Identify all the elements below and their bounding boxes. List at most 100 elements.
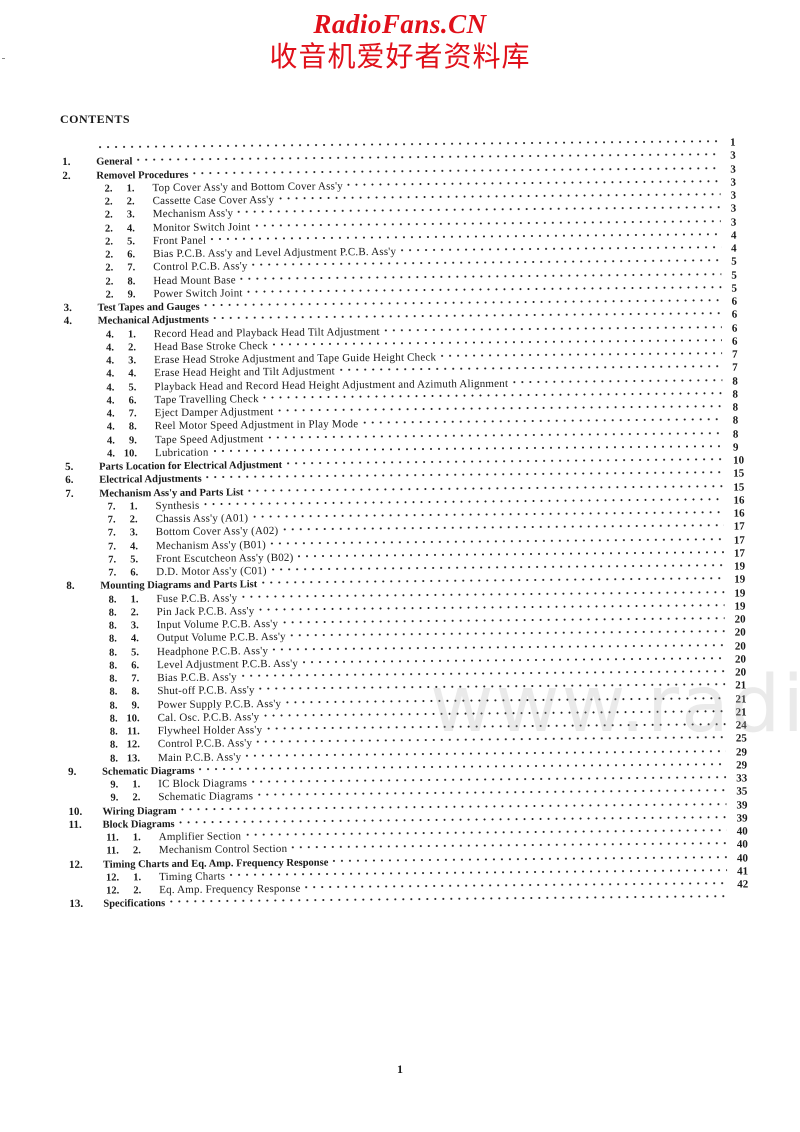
toc-page: 40 — [736, 825, 748, 838]
toc-subsection-number: 2. 1. — [96, 182, 152, 196]
toc-subsection-number: 2. 8. — [97, 275, 153, 289]
toc-section-title: Wiring Diagram — [102, 805, 177, 818]
toc-subsection-number: 2. 4. — [97, 222, 153, 236]
toc-subsection-major: 4. — [106, 435, 115, 447]
toc-subsection-number: 11. 1. — [103, 831, 159, 845]
toc-page: 41 — [737, 865, 749, 878]
toc-subsection-title: Amplifier Section — [158, 830, 242, 844]
table-of-contents: 1 1. General 3 2. Removel Procedures 3 2. 1. Top… — [62, 132, 759, 910]
toc-subsection-major: 8. — [108, 593, 117, 606]
toc-subsection-minor: 7. — [127, 262, 136, 274]
toc-page: 5 — [731, 282, 738, 295]
toc-subsection-title: Control P.C.B. Ass'y — [153, 260, 248, 274]
toc-page: 7 — [732, 361, 738, 374]
toc-subsection-title: Front Panel — [152, 234, 207, 247]
toc-subsection-title: Pin Jack P.C.B. Ass'y — [156, 604, 255, 618]
toc-section-number: 10. — [68, 805, 83, 818]
toc-subsection-major: 7. — [107, 527, 116, 539]
toc-page: 8 — [732, 401, 739, 414]
toc-section-number: 13. — [69, 898, 84, 911]
toc-subsection-minor: 3. — [129, 527, 138, 539]
toc-subsection-minor: 6. — [131, 660, 140, 672]
toc-page: 39 — [736, 798, 748, 812]
toc-subsection-title: Input Volume P.C.B. Ass'y — [156, 617, 279, 632]
toc-page: 6 — [731, 308, 738, 321]
toc-page: 8 — [732, 388, 739, 401]
toc-page: 15 — [733, 480, 745, 494]
toc-subsection-title: Headphone P.C.B. Ass'y — [156, 644, 269, 658]
toc-subsection-title: Mechanism Ass'y (B01) — [155, 538, 267, 552]
toc-subsection-minor: 5. — [130, 554, 139, 566]
toc-subsection-minor: 12. — [126, 739, 140, 751]
toc-page: 16 — [733, 507, 745, 520]
toc-subsection-title: Shut-off P.C.B. Ass'y — [157, 684, 255, 698]
toc-section-title: Mechanical Adjustments — [97, 314, 209, 327]
toc-subsection-major: 2. — [105, 289, 114, 301]
toc-subsection-major: 2. — [104, 223, 113, 235]
page-number: 1 — [397, 1062, 403, 1076]
toc-subsection-major: 11. — [106, 845, 119, 857]
toc-subsection-minor: 3. — [130, 620, 139, 632]
contents-heading: CONTENTS — [60, 112, 131, 126]
toc-subsection-number: 4. 9. — [99, 434, 155, 448]
toc-subsection-number: 8. 13. — [102, 752, 158, 766]
toc-subsection-minor: 4. — [129, 540, 138, 552]
toc-subsection-major: 2. — [105, 249, 114, 261]
toc-subsection-major: 4. — [106, 355, 115, 367]
toc-subsection-number: 2. 6. — [97, 248, 153, 262]
toc-section-number: 12. — [68, 858, 83, 871]
toc-subsection-title: Mechanism Control Section — [158, 843, 288, 857]
toc-subsection-number: 7. 3. — [100, 526, 156, 540]
toc-page: 24 — [735, 719, 747, 732]
toc-subsection-title: Tape Travelling Check — [154, 392, 259, 406]
toc-page: 17 — [733, 520, 745, 533]
toc-subsection-minor: 13. — [126, 752, 141, 764]
toc-subsection-number: 8. 3. — [101, 619, 157, 633]
toc-page: 40 — [736, 838, 748, 851]
toc-subsection-number: 2. 5. — [97, 235, 153, 249]
toc-subsection-minor: 1. — [132, 779, 141, 791]
toc-subsection-major: 9. — [110, 779, 119, 791]
toc-subsection-number: 4. 7. — [99, 407, 155, 421]
toc-page: 5 — [731, 269, 737, 282]
toc-subsection-major: 4. — [106, 368, 115, 380]
toc-subsection-major: 8. — [109, 646, 117, 659]
toc-subsection-major: 12. — [106, 885, 120, 897]
toc-subsection-title: Head Base Stroke Check — [153, 339, 269, 353]
toc-subsection-minor: 7. — [131, 673, 140, 685]
toc-subsection-number: 9. 2. — [102, 791, 158, 805]
toc-subsection-number: 12. 1. — [103, 871, 159, 885]
toc-subsection-number: 4. 2. — [98, 341, 154, 355]
toc-section-title: Specifications — [103, 898, 166, 910]
toc-subsection-number: 8. 4. — [101, 632, 157, 646]
toc-section-number: 11. — [68, 818, 82, 831]
toc-subsection-minor: 6. — [128, 395, 137, 407]
toc-page: 35 — [736, 785, 748, 798]
toc-page: 33 — [736, 772, 748, 785]
toc-subsection-major: 8. — [108, 620, 117, 632]
toc-subsection-major: 8. — [109, 673, 118, 685]
toc-subsection-major: 8. — [109, 713, 118, 725]
toc-subsection-minor: 1. — [127, 328, 136, 340]
toc-subsection-number: 8. 8. — [101, 685, 157, 699]
toc-section-number: 9. — [68, 765, 77, 778]
toc-page: 10 — [733, 454, 745, 467]
toc-subsection-major: 2. — [104, 209, 113, 221]
toc-subsection-number: 8. 1. — [100, 593, 156, 607]
toc-subsection-title: Flywheel Holder Ass'y — [157, 724, 263, 738]
toc-section-number: 7. — [65, 487, 74, 500]
toc-page: 20 — [734, 613, 746, 626]
toc-page: 8 — [732, 428, 739, 441]
toc-subsection-number: 8. 9. — [101, 699, 157, 713]
toc-subsection-number: 8. 2. — [100, 606, 156, 620]
toc-subsection-title: Cal. Osc. P.C.B. Ass'y — [157, 710, 260, 724]
toc-page: 3 — [730, 202, 737, 215]
toc-page: 3 — [730, 149, 736, 162]
toc-page: 3 — [730, 189, 737, 202]
toc-subsection-major: 8. — [108, 633, 117, 645]
toc-subsection-major: 4. — [106, 342, 115, 354]
toc-subsection-number: 7. 2. — [100, 513, 156, 527]
toc-section-title: General — [96, 156, 133, 168]
toc-subsection-minor: 9. — [127, 289, 136, 301]
toc-page: 16 — [733, 494, 745, 507]
